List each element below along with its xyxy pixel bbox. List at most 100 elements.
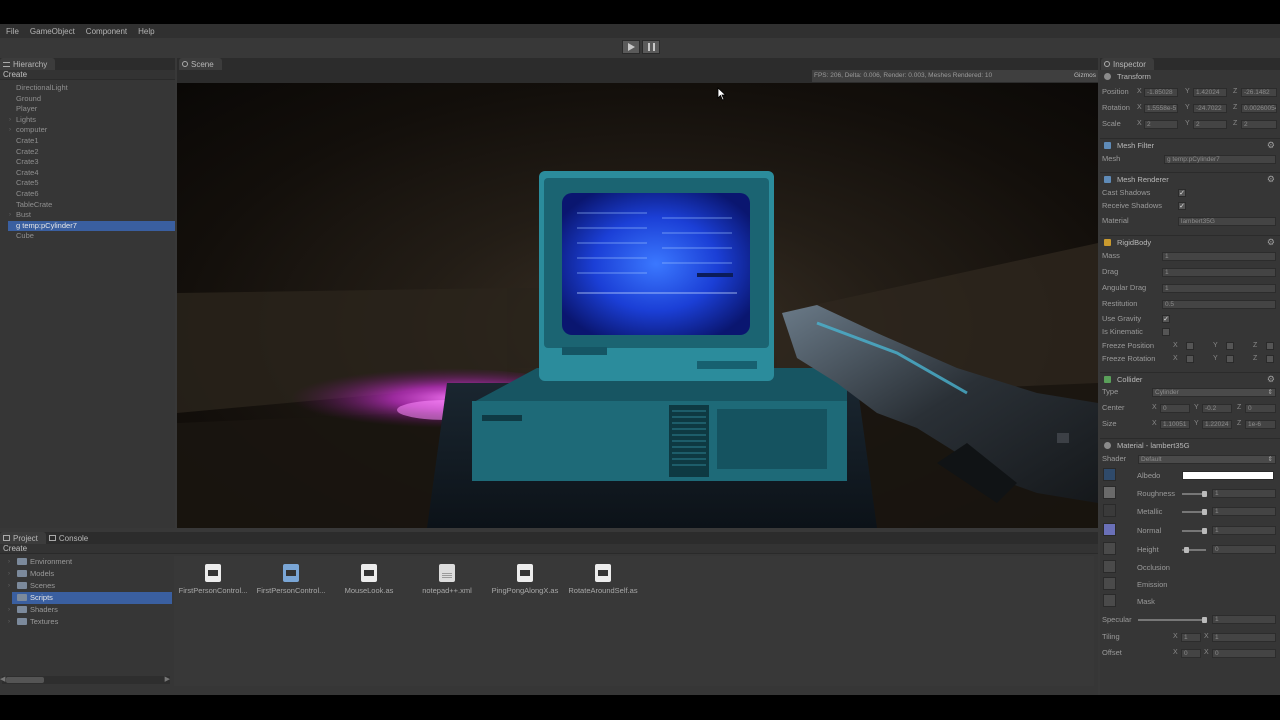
project-folder[interactable]: › Scenes (0, 580, 172, 592)
project-tree-scrollbar[interactable]: ◀ ▶ (0, 675, 170, 684)
restitution-field[interactable]: 0.5 (1162, 300, 1276, 309)
hierarchy-create-button[interactable]: Create (0, 70, 175, 80)
hierarchy-item[interactable]: g temp:pCylinder7 (8, 220, 175, 232)
hierarchy-item[interactable]: TableCrate (0, 200, 175, 211)
receive-shadows-checkbox[interactable]: ✓ (1178, 202, 1186, 210)
hierarchy-item[interactable]: Crate3 (0, 157, 175, 168)
hierarchy-item[interactable]: › computer (0, 125, 175, 136)
freeze-pos-x-checkbox[interactable] (1186, 342, 1194, 350)
project-file[interactable]: MouseLook.as (330, 564, 408, 595)
tiling-y-field[interactable]: 1 (1212, 633, 1276, 642)
metallic-slider-knob[interactable] (1202, 509, 1207, 515)
rotation-y-field[interactable]: -24.7022 (1193, 104, 1227, 113)
scene-viewport[interactable] (177, 83, 1098, 528)
hierarchy-item[interactable]: Ground (0, 94, 175, 105)
expand-arrow-icon[interactable]: › (8, 556, 10, 568)
tiling-x-field[interactable]: 1 (1181, 633, 1201, 642)
offset-x-field[interactable]: 0 (1181, 649, 1201, 658)
freeze-pos-z-checkbox[interactable] (1266, 342, 1274, 350)
mesh-filter-gear-icon[interactable]: ⚙ (1267, 139, 1275, 152)
roughness-slider-knob[interactable] (1202, 491, 1207, 497)
collider-type-dropdown[interactable]: Cylinder ⇕ (1152, 388, 1276, 397)
project-file[interactable]: FirstPersonControl... (174, 564, 252, 595)
hierarchy-item[interactable]: Player (0, 104, 175, 115)
play-button[interactable] (622, 40, 640, 54)
hierarchy-item[interactable]: Crate1 (0, 136, 175, 147)
roughness-texture-slot[interactable] (1103, 486, 1116, 499)
is-kinematic-checkbox[interactable] (1162, 328, 1170, 336)
freeze-rot-y-checkbox[interactable] (1226, 355, 1234, 363)
menu-file[interactable]: File (6, 27, 19, 36)
menu-gameobject[interactable]: GameObject (30, 27, 75, 36)
transform-header[interactable]: Transform (1100, 70, 1280, 83)
hierarchy-item[interactable]: Crate5 (0, 178, 175, 189)
collider-gear-icon[interactable]: ⚙ (1267, 373, 1275, 386)
normal-slider-knob[interactable] (1202, 528, 1207, 534)
position-y-field[interactable]: 1.42024 (1193, 88, 1227, 97)
freeze-rot-x-checkbox[interactable] (1186, 355, 1194, 363)
freeze-pos-y-checkbox[interactable] (1226, 342, 1234, 350)
position-x-field[interactable]: -1.85028 (1144, 88, 1178, 97)
material-header[interactable]: Material - lambert35G (1100, 438, 1280, 451)
center-z-field[interactable]: 0 (1245, 404, 1276, 413)
project-folder[interactable]: Scripts (12, 592, 172, 604)
mask-texture-slot[interactable] (1103, 594, 1116, 607)
hierarchy-item[interactable]: Crate4 (0, 168, 175, 179)
project-folder[interactable]: › Shaders (0, 604, 172, 616)
mesh-renderer-gear-icon[interactable]: ⚙ (1267, 173, 1275, 186)
expand-arrow-icon[interactable]: › (8, 580, 10, 592)
albedo-color-field[interactable] (1182, 471, 1274, 480)
scale-z-field[interactable]: 2 (1241, 120, 1277, 129)
project-folder[interactable]: › Textures (0, 616, 172, 628)
rotation-x-field[interactable]: 1.5558e-5 (1144, 104, 1178, 113)
shader-dropdown[interactable]: Default ⇕ (1138, 455, 1276, 464)
hierarchy-item[interactable]: Cube (0, 231, 175, 242)
height-field[interactable]: 0 (1212, 545, 1276, 554)
cast-shadows-checkbox[interactable]: ✓ (1178, 189, 1186, 197)
menu-help[interactable]: Help (138, 27, 154, 36)
normal-field[interactable]: 1 (1212, 526, 1276, 535)
height-slider-knob[interactable] (1184, 547, 1189, 553)
scale-x-field[interactable]: 2 (1144, 120, 1178, 129)
center-y-field[interactable]: -0.2 (1202, 404, 1232, 413)
expand-arrow-icon[interactable]: › (8, 616, 10, 628)
material-field[interactable]: lambert35G (1178, 217, 1276, 226)
expand-arrow-icon[interactable]: › (9, 115, 11, 126)
expand-arrow-icon[interactable]: › (9, 210, 11, 221)
tab-scene[interactable]: Scene (179, 58, 222, 70)
freeze-rot-z-checkbox[interactable] (1266, 355, 1274, 363)
project-file[interactable]: PingPongAlongX.as (486, 564, 564, 595)
angular-drag-field[interactable]: 1 (1162, 284, 1276, 293)
tab-project[interactable]: Project (0, 532, 46, 544)
roughness-field[interactable]: 1 (1212, 489, 1276, 498)
project-file[interactable]: FirstPersonControl... (252, 564, 330, 595)
use-gravity-checkbox[interactable]: ✓ (1162, 315, 1170, 323)
expand-arrow-icon[interactable]: › (8, 604, 10, 616)
emission-texture-slot[interactable] (1103, 577, 1116, 590)
expand-arrow-icon[interactable]: › (9, 125, 11, 136)
project-file[interactable]: notepad++.xml (408, 564, 486, 595)
scrollbar-thumb[interactable] (6, 677, 44, 683)
project-folder[interactable]: › Models (0, 568, 172, 580)
normal-texture-slot[interactable] (1103, 523, 1116, 536)
gizmos-toggle[interactable]: Gizmos (1074, 70, 1096, 82)
specular-slider[interactable] (1138, 619, 1206, 621)
occlusion-texture-slot[interactable] (1103, 560, 1116, 573)
albedo-texture-slot[interactable] (1103, 468, 1116, 481)
offset-y-field[interactable]: 0 (1212, 649, 1276, 658)
tab-inspector[interactable]: Inspector (1101, 58, 1154, 70)
expand-arrow-icon[interactable]: › (8, 568, 10, 580)
rigidbody-header[interactable]: RigidBody ⚙ (1100, 235, 1280, 248)
scroll-left-arrow[interactable]: ◀ (0, 675, 5, 683)
hierarchy-item[interactable]: DirectionalLight (0, 83, 175, 94)
hierarchy-item[interactable]: Crate2 (0, 147, 175, 158)
specular-slider-knob[interactable] (1202, 617, 1207, 623)
hierarchy-item[interactable]: › Lights (0, 115, 175, 126)
pause-button[interactable] (642, 40, 660, 54)
tab-hierarchy[interactable]: Hierarchy (0, 58, 56, 70)
rotation-z-field[interactable]: 0.00260054 (1241, 104, 1277, 113)
menu-component[interactable]: Component (86, 27, 127, 36)
hierarchy-item[interactable]: › Bust (0, 210, 175, 221)
size-y-field[interactable]: 1.22024 (1202, 420, 1232, 429)
project-create-button[interactable]: Create (0, 544, 1098, 554)
